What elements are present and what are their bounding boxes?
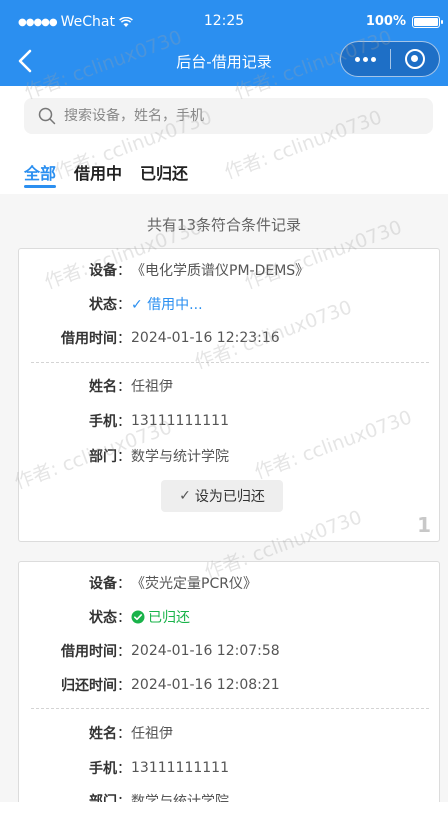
more-options-icon[interactable] — [341, 41, 390, 77]
divider — [31, 708, 429, 709]
search-icon — [38, 107, 56, 125]
status-label: 状态 — [89, 297, 117, 313]
status-label: 状态 — [89, 610, 117, 626]
department-value: 数学与统计学院 — [131, 449, 229, 465]
borrow-time-row: 借用时间： 2024-01-16 12:23:16 — [19, 327, 441, 349]
borrow-time-value: 2024-01-16 12:07:58 — [131, 643, 280, 659]
device-value: 《荧光定量PCR仪》 — [131, 576, 257, 592]
record-card: 设备： 《荧光定量PCR仪》 状态： 已归还 借用时间： 2024-01-16 … — [18, 561, 440, 802]
check-icon: ✓ — [131, 297, 143, 313]
search-input[interactable] — [64, 108, 384, 124]
return-time-row: 归还时间： 2024-01-16 12:08:21 — [19, 674, 441, 696]
status-value: 已归还 — [131, 607, 190, 627]
divider — [31, 362, 429, 363]
battery-info: 100% — [365, 14, 443, 29]
status-value: ✓ 借用中... — [131, 297, 203, 313]
status-bar: ●●●●● WeChat 12:25 100% — [0, 0, 448, 36]
department-row: 部门： 数学与统计学院 — [19, 445, 441, 467]
device-row: 设备： 《电化学质谱仪PM-DEMS》 — [19, 259, 441, 281]
name-value: 任祖伊 — [131, 379, 173, 395]
borrow-time-label: 借用时间 — [61, 644, 117, 660]
department-label: 部门 — [89, 794, 117, 802]
record-list[interactable]: 共有13条符合条件记录 设备： 《电化学质谱仪PM-DEMS》 状态： ✓ 借用… — [0, 194, 448, 802]
department-value: 数学与统计学院 — [131, 794, 229, 802]
device-value: 《电化学质谱仪PM-DEMS》 — [131, 263, 310, 279]
battery-icon — [412, 15, 443, 28]
phone-value: 13111111111 — [131, 760, 229, 776]
bottom-strip — [0, 802, 448, 814]
tab-borrowing[interactable]: 借用中 — [74, 148, 122, 194]
phone-label: 手机 — [89, 761, 117, 777]
check-circle-icon — [131, 610, 145, 624]
department-row: 部门： 数学与统计学院 — [19, 790, 441, 802]
tab-all[interactable]: 全部 — [24, 148, 57, 194]
search-bar[interactable] — [24, 98, 433, 134]
nav-bar: 后台-借用记录 — [0, 36, 448, 86]
status-row: 状态： ✓ 借用中... — [19, 293, 441, 315]
borrow-time-value: 2024-01-16 12:23:16 — [131, 330, 280, 346]
name-row: 姓名： 任祖伊 — [19, 722, 441, 744]
borrow-time-label: 借用时间 — [61, 331, 117, 347]
record-card: 设备： 《电化学质谱仪PM-DEMS》 状态： ✓ 借用中... 借用时间： 2… — [18, 248, 440, 542]
phone-label: 手机 — [89, 414, 117, 430]
phone-row: 手机： 13111111111 — [19, 757, 441, 779]
return-time-value: 2024-01-16 12:08:21 — [131, 677, 280, 693]
name-value: 任祖伊 — [131, 726, 173, 742]
card-index: 1 — [417, 513, 431, 537]
mark-returned-button[interactable]: ✓ 设为已归还 — [161, 480, 283, 512]
phone-row: 手机： 13111111111 — [19, 410, 441, 432]
department-label: 部门 — [89, 449, 117, 465]
name-label: 姓名 — [89, 726, 117, 742]
device-label: 设备 — [89, 576, 117, 592]
name-row: 姓名： 任祖伊 — [19, 375, 441, 397]
borrow-time-row: 借用时间： 2024-01-16 12:07:58 — [19, 640, 441, 662]
close-mini-program-icon[interactable] — [390, 41, 439, 77]
device-row: 设备： 《荧光定量PCR仪》 — [19, 572, 441, 594]
phone-value: 13111111111 — [131, 413, 229, 429]
device-label: 设备 — [89, 263, 117, 279]
result-count: 共有13条符合条件记录 — [146, 216, 302, 234]
mini-program-capsule — [340, 41, 440, 77]
battery-percent: 100% — [365, 14, 406, 29]
check-icon: ✓ — [179, 488, 191, 504]
search-area — [0, 86, 448, 148]
name-label: 姓名 — [89, 379, 117, 395]
app-header: ●●●●● WeChat 12:25 100% 后台-借用记录 — [0, 0, 448, 86]
return-time-label: 归还时间 — [61, 678, 117, 694]
tab-returned[interactable]: 已归还 — [140, 148, 188, 194]
status-row: 状态： 已归还 — [19, 606, 441, 628]
filter-tabs: 全部 借用中 已归还 — [0, 148, 448, 194]
